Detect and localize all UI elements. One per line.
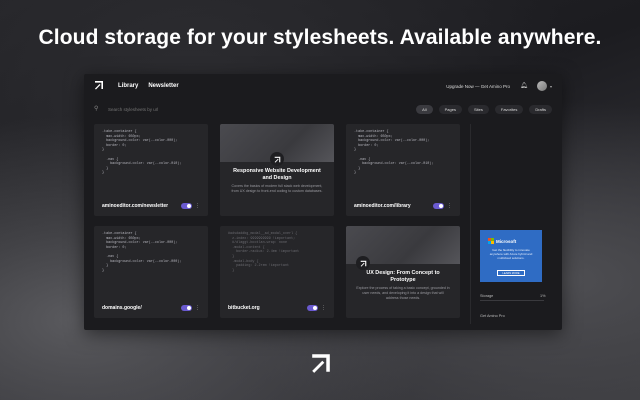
bell-icon[interactable]: 🔔︎ [520,83,528,90]
enable-toggle[interactable] [181,203,192,209]
card-site: aminoeditor.com/library [354,203,411,209]
top-right: Upgrade Now — Get Amino Pro 🔔︎ ▾ [446,81,552,91]
filter-pages[interactable]: Pages [438,104,462,114]
sidebar: Microsoft Get the flexibility to innovat… [470,124,552,324]
code-preview: #adsdaddbg_modal__ad_modal_overl { z-ind… [228,232,300,273]
filter-sites[interactable]: Sites [467,104,489,114]
course-description: Explore the process of taking a basic co… [356,286,450,300]
course-description: Covers the basics of modern full stack w… [231,184,323,193]
avatar[interactable] [536,81,547,91]
course-card[interactable]: Responsive Website Development and Desig… [220,124,334,216]
more-icon[interactable]: ⋮ [447,203,452,209]
search-input[interactable] [108,106,308,112]
amino-logo-icon [310,352,332,374]
stylesheet-card[interactable]: .take-container { max-width: 650px; back… [94,124,208,216]
card-site: aminoeditor.com/newsletter [102,203,169,209]
main-nav: Library Newsletter [118,83,179,89]
storage-bar [480,300,544,301]
amino-logo-icon[interactable] [94,80,106,92]
microsoft-logo: Microsoft [488,238,516,244]
top-bar: Library Newsletter Upgrade Now — Get Ami… [84,74,562,98]
code-preview: .take-container { max-width: 650px; back… [354,130,434,176]
enable-toggle[interactable] [307,305,318,311]
storage-percent: 1% [540,294,546,298]
more-icon[interactable]: ⋮ [321,305,326,311]
course-title: Responsive Website Development and Desig… [233,168,321,181]
upgrade-link[interactable]: Upgrade Now — Get Amino Pro [446,84,510,89]
ad-cta-button[interactable]: LEARN MORE [497,270,525,276]
nav-library[interactable]: Library [118,83,138,89]
filter-favorites[interactable]: Favorites [494,104,524,114]
enable-toggle[interactable] [181,305,192,311]
ad-text: Get the flexibility to innovate anywhere… [489,248,533,260]
ad-brand: Microsoft [496,238,517,244]
more-icon[interactable]: ⋮ [195,203,200,209]
filter-drafts[interactable]: Drafts [529,104,552,114]
code-preview: .take-container { max-width: 650px; back… [102,232,182,273]
code-preview: .take-container { max-width: 650px; back… [102,130,182,176]
amino-badge-icon [356,256,370,270]
storage-label: Storage [480,294,494,298]
course-title: UX Design: From Concept to Prototype [366,270,440,283]
search-icon: ⚲ [94,106,99,112]
microsoft-ad[interactable]: Microsoft Get the flexibility to innovat… [480,230,542,282]
chevron-down-icon[interactable]: ▾ [550,84,552,89]
filter-chips: All Pages Sites Favorites Drafts [416,104,552,114]
card-site: domains.google/ [102,305,142,311]
card-site: bitbucket.org [228,305,260,311]
app-window: Library Newsletter Upgrade Now — Get Ami… [84,74,562,330]
more-icon[interactable]: ⋮ [195,305,200,311]
headline: Cloud storage for your stylesheets. Avai… [38,26,602,49]
course-card[interactable]: UX Design: From Concept to Prototype Exp… [346,226,460,318]
microsoft-icon [488,238,494,244]
enable-toggle[interactable] [433,203,444,209]
amino-badge-icon [270,152,284,166]
upgrade-plan-link[interactable]: Get Amino Pro [480,314,505,318]
nav-newsletter[interactable]: Newsletter [148,83,178,89]
filter-all[interactable]: All [416,104,433,114]
search-row: ⚲ All Pages Sites Favorites Drafts [94,102,552,116]
stylesheet-card[interactable]: .take-container { max-width: 650px; back… [94,226,208,318]
stylesheet-card[interactable]: #adsdaddbg_modal__ad_modal_overl { z-ind… [220,226,334,318]
stylesheet-card[interactable]: .take-container { max-width: 650px; back… [346,124,460,216]
